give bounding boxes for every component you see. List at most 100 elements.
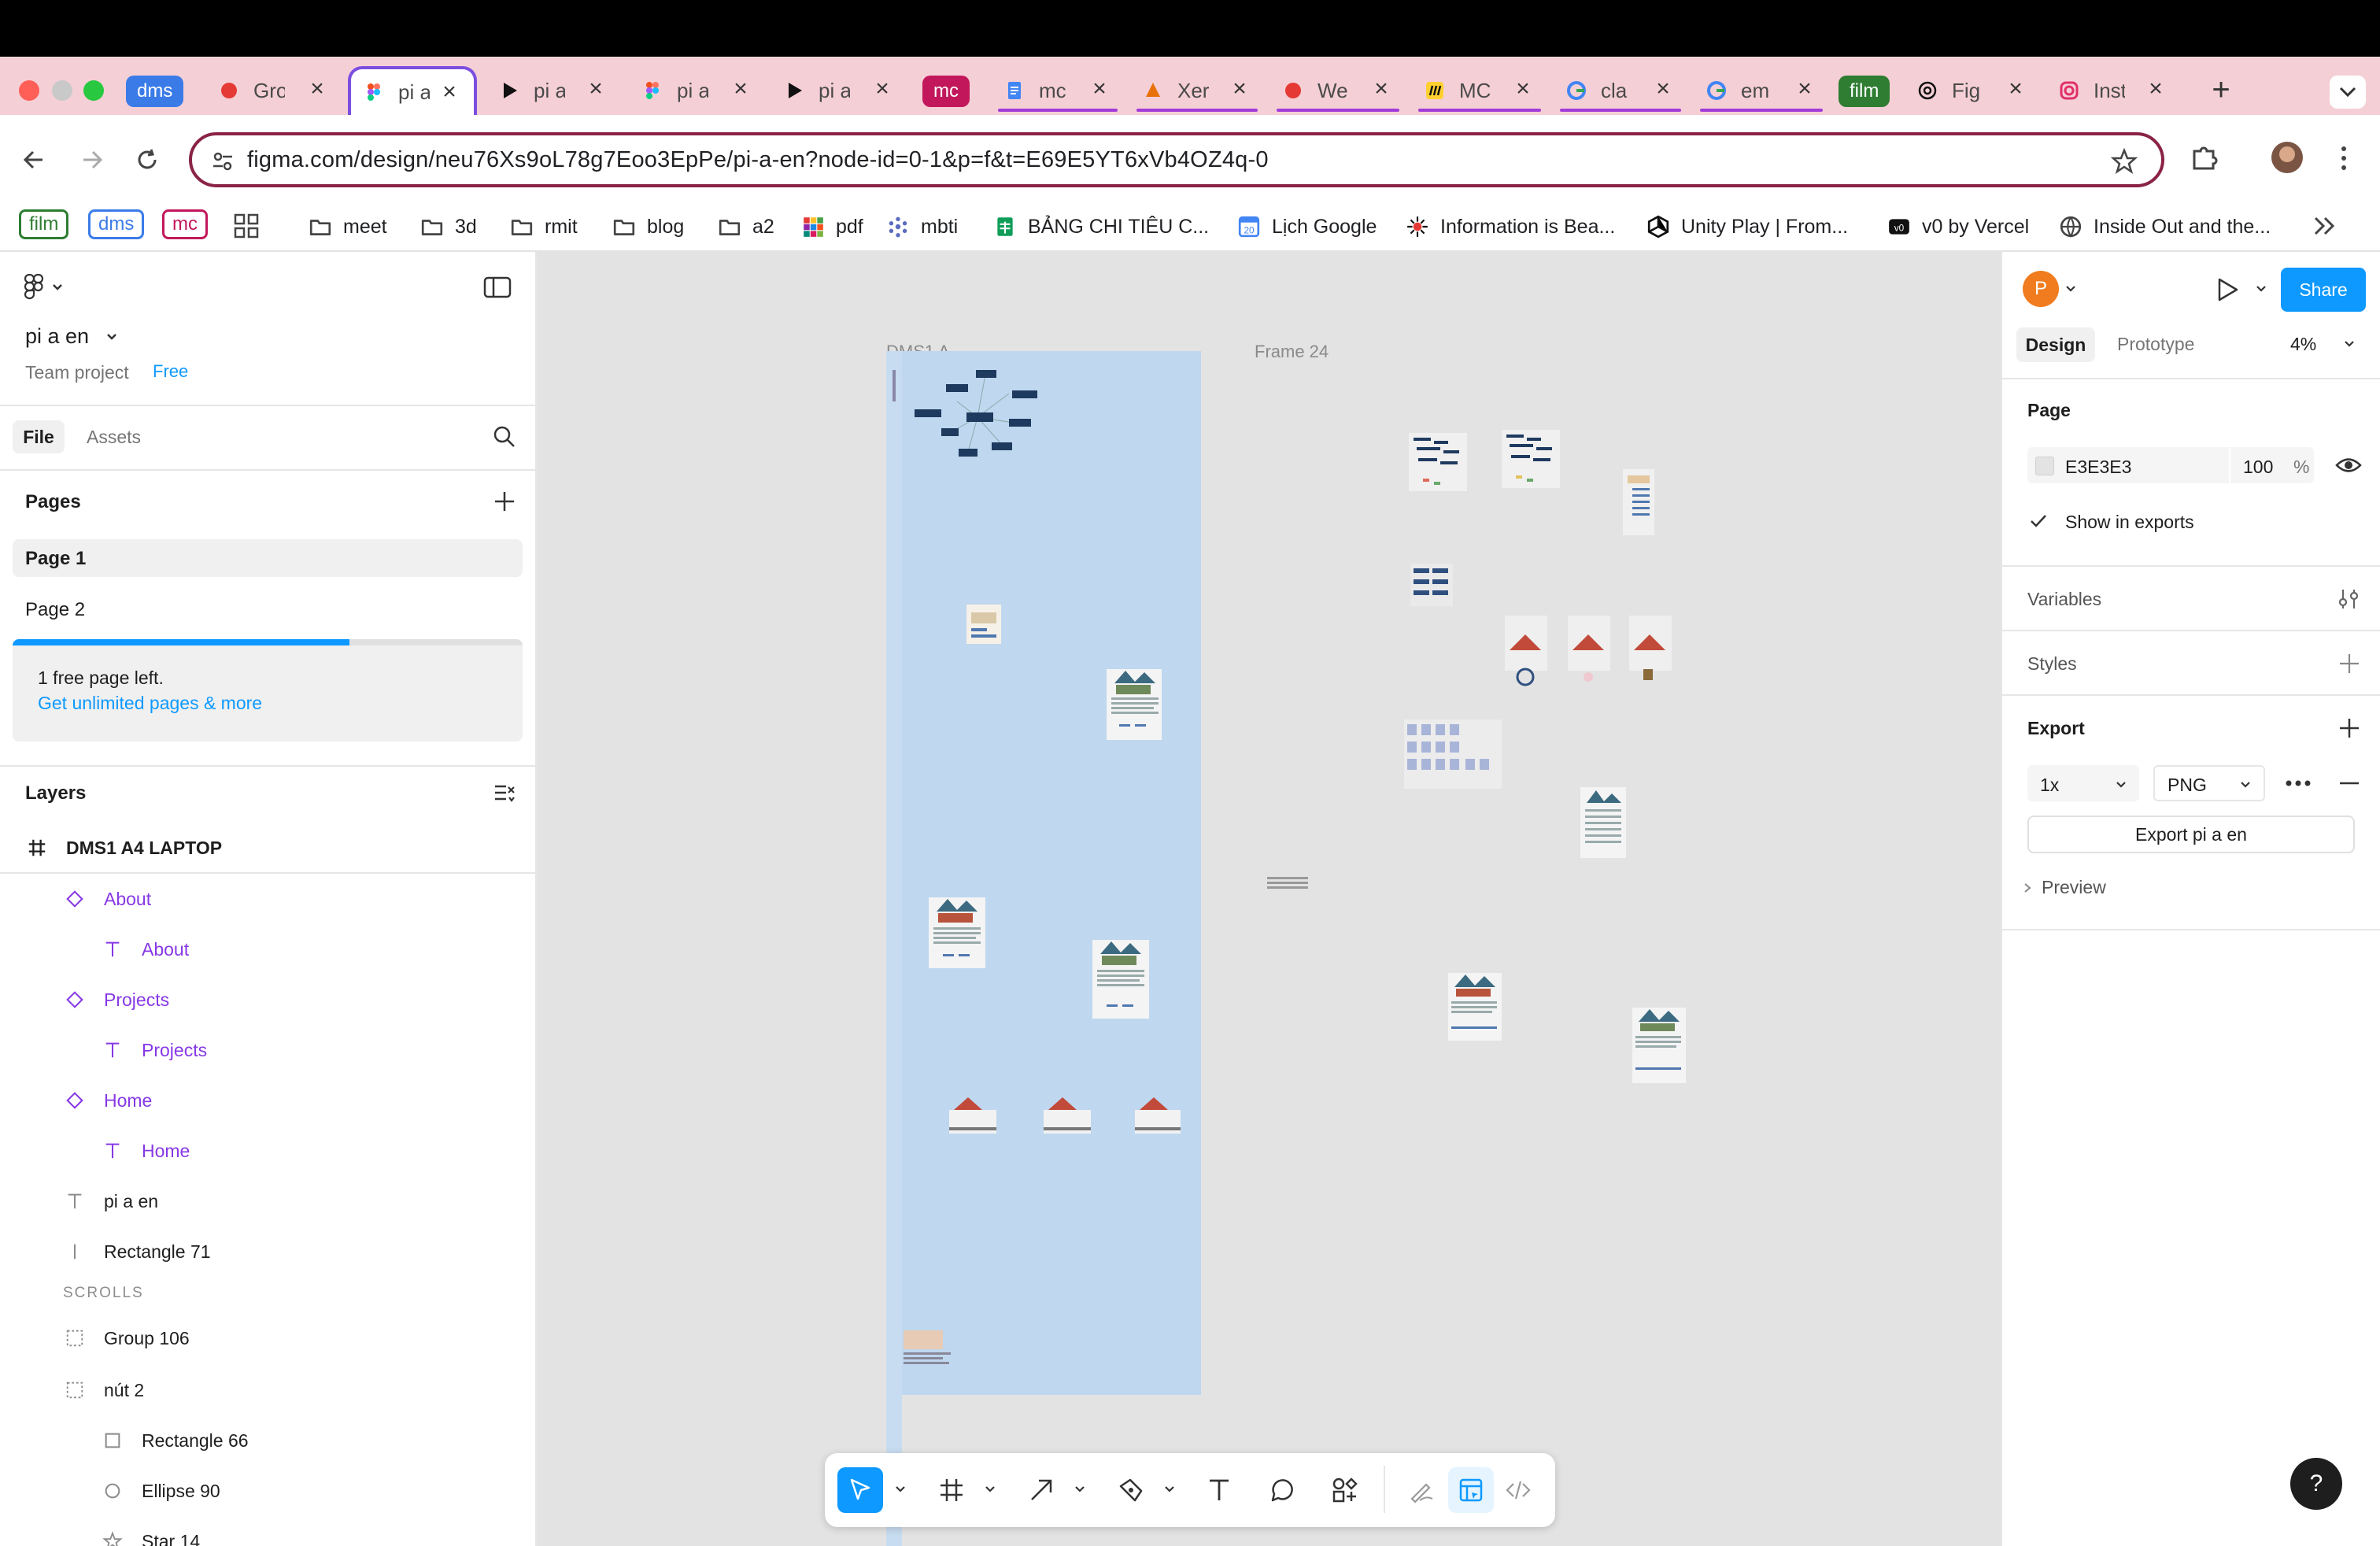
present-button[interactable]	[2212, 274, 2243, 305]
toggle-sidebar-button[interactable]	[483, 276, 512, 299]
layer-row[interactable]: Group 106	[0, 1313, 537, 1363]
file-name-menu[interactable]: pi a en	[25, 324, 117, 349]
layer-row[interactable]: Rectangle 66	[0, 1415, 537, 1466]
apps-button[interactable]	[233, 213, 260, 239]
layer-row[interactable]: Projects	[0, 1025, 537, 1075]
layer-row[interactable]: Rectangle 71	[0, 1226, 537, 1277]
close-tab-icon[interactable]: ×	[1371, 77, 1391, 101]
close-tab-icon[interactable]: ×	[1794, 77, 1815, 101]
close-tab-icon[interactable]: ×	[439, 80, 460, 104]
bookmark-item[interactable]: 20 Lịch Google	[1237, 208, 1377, 246]
reload-button[interactable]	[129, 142, 165, 178]
bookmark-group-mc[interactable]: mc	[162, 209, 208, 239]
shape-tool-button[interactable]	[1018, 1467, 1064, 1513]
draw-mode-button[interactable]	[1399, 1467, 1445, 1513]
layer-row[interactable]: About	[0, 924, 537, 975]
tab-file[interactable]: File	[13, 420, 65, 453]
browser-tab[interactable]: mc ×	[992, 66, 1124, 115]
page-item-1[interactable]: Page 1	[25, 548, 86, 570]
tab-assets[interactable]: Assets	[87, 427, 141, 448]
browser-tab[interactable]: pi a ×	[771, 66, 907, 115]
page-color-hex[interactable]: E3E3E3	[2065, 457, 2131, 478]
layer-row[interactable]: DMS1 A4 LAPTOP	[0, 823, 537, 874]
more-bookmarks-button[interactable]	[2312, 214, 2338, 238]
close-window-button[interactable]	[19, 80, 39, 101]
close-tab-icon[interactable]: ×	[1089, 77, 1110, 101]
minimize-window-button[interactable]	[52, 80, 72, 101]
new-tab-button[interactable]: +	[2204, 72, 2238, 107]
layer-row[interactable]: Home	[0, 1126, 537, 1176]
add-export-button[interactable]	[2338, 716, 2361, 740]
actions-tool-button[interactable]	[1322, 1467, 1368, 1513]
extensions-button[interactable]	[2190, 142, 2221, 173]
address-bar[interactable]: figma.com/design/neu76Xs9oL78g7Eoo3EpPe/…	[189, 132, 2164, 187]
bookmark-item[interactable]: Inside Out and the...	[2059, 208, 2271, 246]
chevron-down-icon[interactable]	[2065, 285, 2076, 293]
browser-tab[interactable]: Xer ×	[1130, 66, 1264, 115]
bookmark-item[interactable]: mbti	[886, 208, 958, 246]
bookmark-group-film[interactable]: film	[19, 209, 69, 239]
bookmark-item[interactable]: a2	[718, 208, 774, 246]
move-tool-button[interactable]	[837, 1467, 883, 1513]
browser-tab[interactable]: Fig ×	[1905, 66, 2040, 115]
layer-row[interactable]: Home	[0, 1075, 537, 1126]
chevron-down-icon[interactable]	[2344, 340, 2355, 348]
browser-tab[interactable]: pi a ×	[486, 66, 620, 115]
browser-tab[interactable]: Inst ×	[2046, 66, 2180, 115]
export-settings-button[interactable]	[2282, 775, 2314, 792]
comment-tool-button[interactable]	[1259, 1467, 1305, 1513]
tab-search-button[interactable]	[2330, 76, 2366, 109]
browser-tab[interactable]: Gro ×	[206, 66, 342, 115]
layer-row[interactable]: Star 14	[0, 1516, 537, 1546]
layer-row[interactable]: Projects	[0, 975, 537, 1025]
close-tab-icon[interactable]: ×	[1229, 77, 1250, 101]
bookmark-item[interactable]: Unity Play | From...	[1646, 208, 1848, 246]
browser-tab[interactable]: pi a ×	[348, 66, 477, 115]
design-mode-button[interactable]	[1448, 1467, 1494, 1513]
site-settings-icon[interactable]	[211, 150, 235, 173]
layer-row[interactable]: About	[0, 874, 537, 924]
close-tab-icon[interactable]: ×	[730, 77, 751, 101]
close-tab-icon[interactable]: ×	[307, 77, 327, 101]
page-opacity[interactable]: 100	[2243, 457, 2273, 478]
help-button[interactable]: ?	[2290, 1458, 2342, 1510]
frame-tool-menu[interactable]	[984, 1481, 996, 1497]
browser-tab[interactable]: MC ×	[1412, 66, 1547, 115]
close-tab-icon[interactable]: ×	[2145, 77, 2166, 101]
browser-tab[interactable]: cla ×	[1554, 66, 1687, 115]
dev-mode-button[interactable]	[1495, 1467, 1541, 1513]
browser-tab[interactable]: em ×	[1694, 66, 1829, 115]
bookmark-item[interactable]: BẢNG CHI TIÊU C...	[993, 208, 1209, 246]
toggle-visibility-button[interactable]	[2334, 453, 2363, 477]
tab-design[interactable]: Design	[2016, 327, 2095, 362]
zoom-level[interactable]: 4%	[2290, 334, 2316, 355]
search-layers-button[interactable]	[493, 425, 516, 449]
bookmark-star-icon[interactable]	[2111, 148, 2138, 175]
bookmark-item[interactable]: rmit	[510, 208, 578, 246]
design-canvas[interactable]: DMS1 A... Frame 24	[537, 252, 2001, 1546]
page-item-2[interactable]: Page 2	[25, 599, 85, 621]
close-tab-icon[interactable]: ×	[1513, 77, 1533, 101]
close-tab-icon[interactable]: ×	[2005, 77, 2026, 101]
layer-row[interactable]: nút 2	[0, 1365, 537, 1415]
bookmark-item[interactable]: pdf	[801, 208, 863, 246]
move-tool-menu[interactable]	[894, 1481, 907, 1497]
bookmark-item[interactable]: v0 v0 by Vercel	[1887, 208, 2029, 246]
plan-badge[interactable]: Free	[153, 361, 188, 382]
shape-tool-menu[interactable]	[1074, 1481, 1086, 1497]
tab-group-dms[interactable]: dms	[126, 76, 184, 107]
chrome-menu-button[interactable]	[2336, 145, 2352, 172]
close-tab-icon[interactable]: ×	[1653, 77, 1673, 101]
bookmark-item[interactable]: meet	[309, 208, 387, 246]
variables-button[interactable]	[2336, 587, 2361, 611]
tab-group-mc[interactable]: mc	[922, 76, 970, 107]
chevron-down-icon[interactable]	[2256, 285, 2267, 293]
bookmark-group-dms[interactable]: dms	[88, 209, 145, 239]
layer-row[interactable]: Ellipse 90	[0, 1466, 537, 1516]
bookmark-item[interactable]: Information is Bea...	[1406, 208, 1615, 246]
close-tab-icon[interactable]: ×	[872, 77, 893, 101]
maximize-window-button[interactable]	[83, 80, 104, 101]
figma-main-menu[interactable]	[24, 274, 71, 301]
forward-button[interactable]	[74, 142, 110, 178]
bookmark-item[interactable]: blog	[612, 208, 684, 246]
